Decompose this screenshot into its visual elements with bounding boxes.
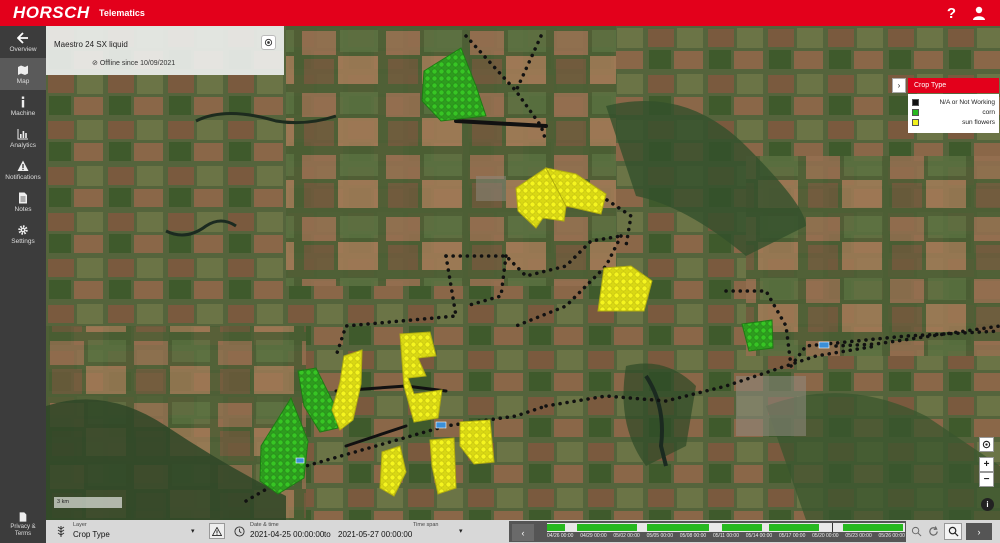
zoom-out-button[interactable]: − xyxy=(979,472,994,487)
sidebar-item-label: Map xyxy=(16,77,30,85)
date-from-field[interactable]: 2021-04-25 00:00:00 xyxy=(250,530,324,539)
search-icon[interactable] xyxy=(911,526,922,537)
legend-title: Crop Type xyxy=(908,78,999,93)
sidebar-item-label: Notes xyxy=(14,205,32,213)
legend-label: N/A or Not Working xyxy=(939,98,995,106)
sidebar: Overview Map Machine Analytics Notificat… xyxy=(0,26,46,543)
sidebar-item-privacy[interactable]: Privacy & Terms xyxy=(0,507,46,543)
wheat-icon xyxy=(57,526,65,537)
legend-body: N/A or Not Working corn sun flowers xyxy=(908,94,999,133)
sidebar-item-notes[interactable]: Notes xyxy=(0,186,46,218)
bar-chart-icon xyxy=(17,128,28,139)
datetime-label: Date & time xyxy=(250,522,279,528)
satellite-map[interactable] xyxy=(46,26,1000,520)
timeline[interactable]: ‹ 04/26 00:00 04/29 00:00 05/02 00:00 05… xyxy=(509,521,906,542)
timeline-date: 05/23 00:00 xyxy=(845,533,872,539)
sidebar-item-analytics[interactable]: Analytics xyxy=(0,122,46,154)
sidebar-item-label: Machine xyxy=(10,109,36,117)
arrow-left-icon xyxy=(17,31,28,44)
note-icon xyxy=(19,192,27,203)
document-icon xyxy=(19,512,27,522)
user-icon[interactable] xyxy=(972,6,986,20)
help-icon[interactable]: ? xyxy=(947,5,956,22)
machine-name: Maestro 24 SX liquid xyxy=(54,40,128,49)
sidebar-item-settings[interactable]: Settings xyxy=(0,218,46,250)
legend-item: N/A or Not Working xyxy=(912,97,995,107)
timeline-date: 05/05 00:00 xyxy=(646,533,673,539)
timeline-date: 05/08 00:00 xyxy=(679,533,707,539)
timeline-prev-button[interactable]: ‹ xyxy=(512,524,534,541)
timeline-date: 04/26 00:00 xyxy=(547,533,574,539)
timeline-next-button[interactable]: › xyxy=(966,523,992,540)
legend-item: sun flowers xyxy=(912,117,995,127)
info-icon[interactable]: i xyxy=(981,498,994,511)
chevron-down-icon[interactable]: ▾ xyxy=(191,527,195,535)
app-name: Telematics xyxy=(99,8,145,18)
crop-type-legend: › Crop Type N/A or Not Working corn sun … xyxy=(892,78,999,135)
legend-label: corn xyxy=(982,108,995,116)
date-to-field[interactable]: 2021-05-27 00:00:00 xyxy=(338,530,412,539)
legend-swatch xyxy=(912,118,919,126)
sidebar-item-overview[interactable]: Overview xyxy=(0,26,46,58)
timeline-track[interactable] xyxy=(547,523,905,532)
map-canvas[interactable] xyxy=(46,26,1000,520)
timeline-date: 05/17 00:00 xyxy=(778,533,806,539)
sidebar-item-label: Analytics xyxy=(9,141,36,149)
timeline-date: 04/29 00:00 xyxy=(580,533,607,539)
sidebar-item-machine[interactable]: Machine xyxy=(0,90,46,122)
warning-icon xyxy=(17,160,29,171)
center-map-button[interactable] xyxy=(979,437,994,452)
legend-toggle-button[interactable]: › xyxy=(892,78,906,93)
warning-icon xyxy=(212,526,222,536)
clock-icon xyxy=(234,526,245,537)
timeline-date: 05/14 00:00 xyxy=(745,533,773,539)
zoom-in-button[interactable]: + xyxy=(979,457,994,472)
brand-logo[interactable]: HORSCH xyxy=(13,3,95,23)
to-label: to xyxy=(324,530,331,539)
bottom-toolbar: Layer Crop Type ▾ Date & time 2021-04-25… xyxy=(46,520,1000,543)
map-icon xyxy=(18,65,28,75)
legend-label: sun flowers xyxy=(962,118,995,126)
timeline-date: 05/02 00:00 xyxy=(613,533,640,539)
app-header: HORSCH Telematics ? xyxy=(0,0,1000,26)
legend-swatch xyxy=(912,108,919,116)
sidebar-item-map[interactable]: Map xyxy=(0,58,46,90)
map-scale: 3 km xyxy=(54,497,122,508)
refresh-icon[interactable] xyxy=(928,526,939,537)
zoom-to-data-button[interactable] xyxy=(944,523,962,540)
machine-status-text: Offline since 10/09/2021 xyxy=(99,60,176,67)
warning-filter-button[interactable] xyxy=(209,523,225,539)
chevron-right-icon: › xyxy=(977,526,981,537)
machine-info-panel: Maestro 24 SX liquid ⊘ Offline since 10/… xyxy=(46,26,284,75)
legend-item: corn xyxy=(912,107,995,117)
legend-swatch xyxy=(912,98,919,106)
chevron-right-icon: › xyxy=(897,81,901,90)
timeline-date: 05/20 00:00 xyxy=(812,533,839,539)
sidebar-item-label: Overview xyxy=(9,45,37,53)
timeline-dates: 04/26 00:00 04/29 00:00 05/02 00:00 05/0… xyxy=(547,533,905,541)
info-icon xyxy=(21,96,25,107)
locate-machine-button[interactable] xyxy=(261,35,276,50)
target-icon xyxy=(982,440,991,449)
machine-status: ⊘ Offline since 10/09/2021 xyxy=(92,60,176,67)
timeline-date: 05/11 00:00 xyxy=(712,533,739,539)
chevron-left-icon: ‹ xyxy=(521,527,525,538)
layer-label: Layer xyxy=(73,522,87,528)
privacy-label-line1: Privacy & xyxy=(10,524,36,530)
sidebar-item-notifications[interactable]: Notifications xyxy=(0,154,46,186)
crosshair-icon xyxy=(264,38,273,47)
timeline-activity-bars xyxy=(547,523,903,532)
layer-select[interactable]: Crop Type xyxy=(73,530,110,539)
timespan-label: Time span xyxy=(413,522,439,528)
timeline-date: 05/26 00:00 xyxy=(878,533,905,539)
timespan-chevron-down-icon[interactable]: ▾ xyxy=(459,527,463,535)
sidebar-item-label: Settings xyxy=(11,237,35,245)
privacy-label-line2: Terms xyxy=(14,531,32,537)
search-zoom-icon xyxy=(948,526,959,537)
gear-icon xyxy=(18,224,28,235)
sidebar-item-label: Notifications xyxy=(5,173,41,181)
